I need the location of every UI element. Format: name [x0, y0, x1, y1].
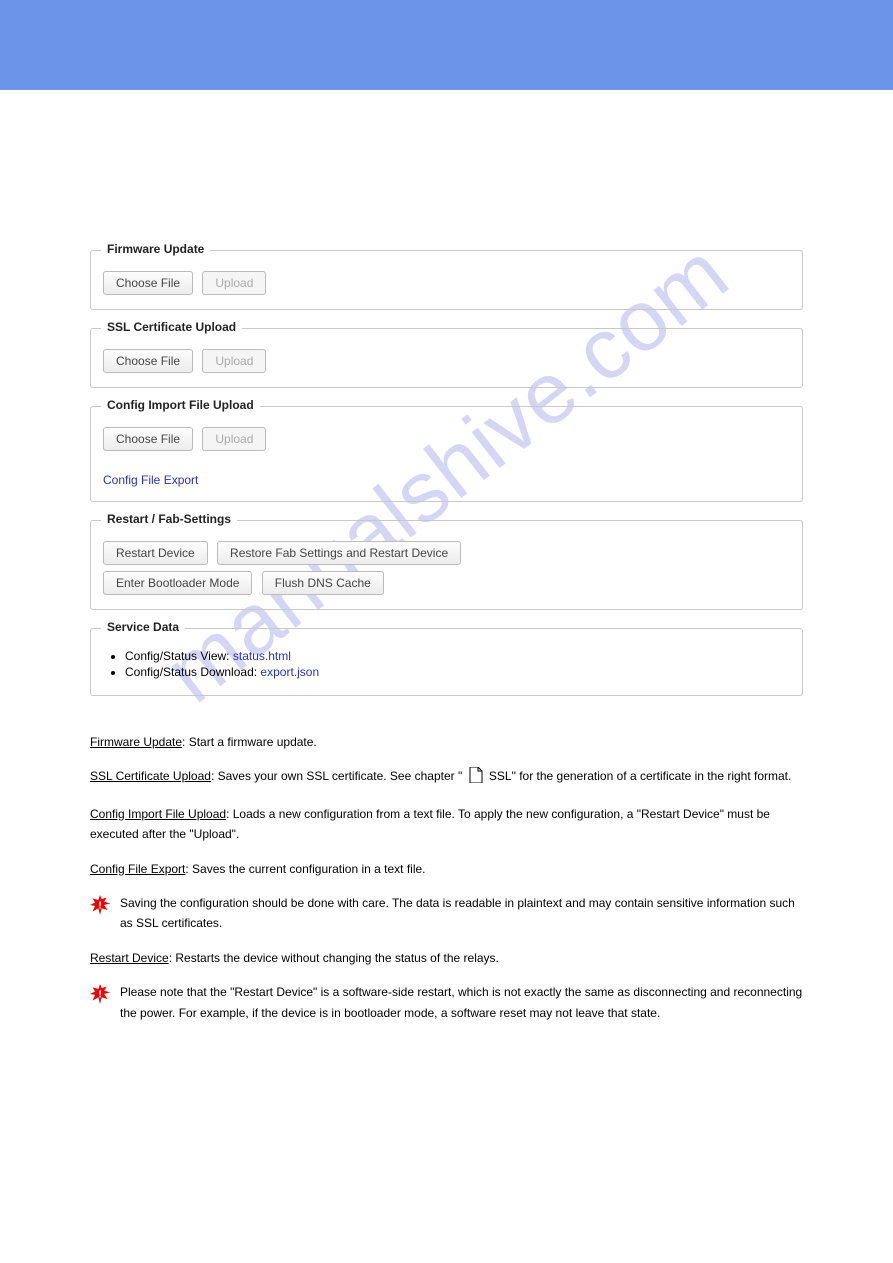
svg-text:!: ! — [98, 900, 101, 911]
config-import-panel: Config Import File Upload Choose File Up… — [90, 406, 803, 502]
body-copy: Firmware Update: Start a firmware update… — [90, 732, 803, 1023]
choose-file-button[interactable]: Choose File — [103, 271, 193, 295]
ssl-upload-panel: SSL Certificate Upload Choose File Uploa… — [90, 328, 803, 388]
warning-icon: ! — [90, 895, 112, 921]
upload-button[interactable]: Upload — [202, 427, 266, 451]
restore-fab-button[interactable]: Restore Fab Settings and Restart Device — [217, 541, 461, 565]
list-item: Config/Status Download: export.json — [125, 665, 790, 679]
restart-panel: Restart / Fab-Settings Restart Device Re… — [90, 520, 803, 610]
restart-legend: Restart / Fab-Settings — [101, 512, 237, 526]
bootloader-button[interactable]: Enter Bootloader Mode — [103, 571, 252, 595]
choose-file-button[interactable]: Choose File — [103, 349, 193, 373]
config-import-heading: Config Import File Upload — [90, 807, 226, 821]
svg-text:!: ! — [98, 989, 101, 1000]
header-banner — [0, 0, 893, 90]
service-data-panel: Service Data Config/Status View: status.… — [90, 628, 803, 696]
flush-dns-button[interactable]: Flush DNS Cache — [262, 571, 384, 595]
warning-icon: ! — [90, 984, 112, 1010]
export-json-link[interactable]: export.json — [260, 665, 319, 679]
choose-file-button[interactable]: Choose File — [103, 427, 193, 451]
document-icon — [469, 767, 483, 789]
upload-button[interactable]: Upload — [202, 349, 266, 373]
upload-button[interactable]: Upload — [202, 271, 266, 295]
status-html-link[interactable]: status.html — [233, 649, 291, 663]
ssl-upload-legend: SSL Certificate Upload — [101, 320, 242, 334]
warning-text: Saving the configuration should be done … — [120, 893, 803, 934]
restart-device-heading: Restart Device — [90, 951, 169, 965]
config-export-heading: Config File Export — [90, 862, 185, 876]
config-export-link[interactable]: Config File Export — [103, 473, 198, 487]
config-import-legend: Config Import File Upload — [101, 398, 260, 412]
ssl-upload-heading: SSL Certificate Upload — [90, 769, 211, 783]
restart-device-button[interactable]: Restart Device — [103, 541, 208, 565]
list-item: Config/Status View: status.html — [125, 649, 790, 663]
firmware-update-heading: Firmware Update — [90, 735, 182, 749]
warning-text: Please note that the "Restart Device" is… — [120, 982, 803, 1023]
service-data-legend: Service Data — [101, 620, 185, 634]
firmware-update-legend: Firmware Update — [101, 242, 210, 256]
firmware-update-panel: Firmware Update Choose File Upload — [90, 250, 803, 310]
